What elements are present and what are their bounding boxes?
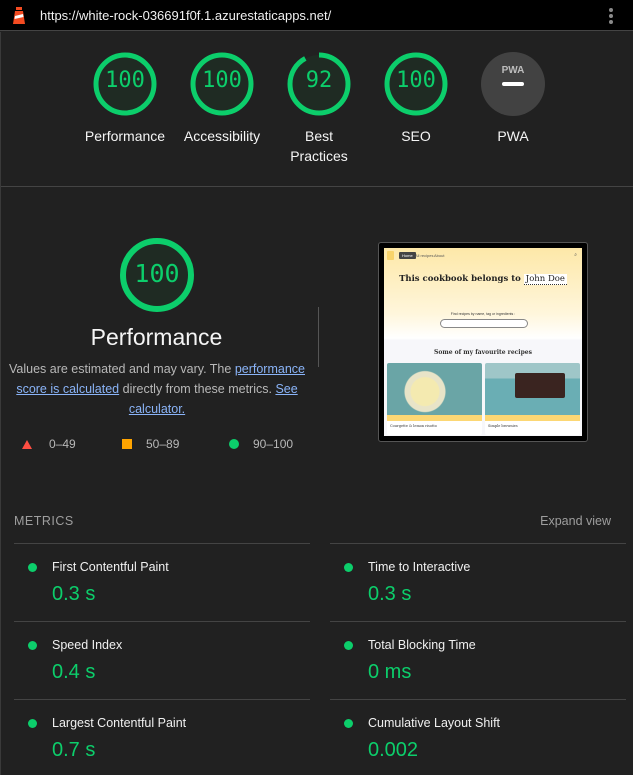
gauge-score: 100 [202,68,242,93]
gauge-label: Performance [84,128,166,144]
report-topbar: https://white-rock-036691f0f.1.azurestat… [0,0,633,31]
cookbook-logo-icon [387,251,394,260]
recipe-image [387,363,482,415]
gauge-accessibility[interactable]: 100 Accessibility [172,52,272,146]
recipe-card: Simple brownies [485,363,580,435]
performance-title: Performance [90,324,223,350]
metric-name: Time to Interactive [368,560,471,574]
report-body: 100 Performance 100 Accessibility 92 Bes… [0,32,633,775]
gauge-label: SEO [401,128,431,144]
metric-name: Cumulative Layout Shift [368,716,501,730]
metric-total-blocking-time: Total Blocking Time 0 ms [330,621,626,699]
search-label: Find recipes by name, tag or ingredients… [450,312,516,316]
recipe-title: Courgette & lemon risotto [390,424,437,428]
recipe-title: Simple brownies [488,424,518,428]
search-icon: ⌕ [574,252,577,258]
metric-name: First Contentful Paint [52,560,169,574]
legend-pass: 90–100 [229,437,293,451]
metric-speed-index: Speed Index 0.4 s [14,621,310,699]
pass-circle-icon [344,563,353,572]
svg-text:PWA: PWA [502,65,525,76]
gauge-score: 92 [305,68,333,93]
metric-name: Total Blocking Time [368,638,476,652]
nav-about: About [434,253,445,258]
screenshot-nav: Home All recipes About ⌕ [387,251,579,261]
screenshot-page: Home All recipes About ⌕ This cookbook b… [384,248,582,436]
pass-circle-icon [344,719,353,728]
legend-range: 90–100 [253,437,294,451]
final-screenshot[interactable]: Home All recipes About ⌕ This cookbook b… [378,242,588,442]
recipe-image [485,363,580,415]
pass-circle-icon [28,719,37,728]
recipe-card: Courgette & lemon risotto [387,363,482,435]
lighthouse-icon [13,7,25,24]
legend-range: 50–89 [146,437,180,451]
performance-description: Values are estimated and may vary. The p… [9,359,305,419]
gauge-score: 100 [396,68,436,93]
desc-text: Values are estimated and may vary. The [9,362,235,376]
pass-circle-icon [344,641,353,650]
average-square-icon [122,439,132,449]
metric-value: 0.7 s [52,739,96,761]
legend-average: 50–89 [122,437,179,451]
screenshot-heading: This cookbook belongs to John Doe [384,274,582,285]
vertical-divider [318,307,319,367]
metric-value: 0.4 s [52,661,96,683]
performance-score: 100 [134,259,180,288]
gauge-label: Best Practices [290,128,348,164]
fail-triangle-icon [22,439,32,449]
page-url[interactable]: https://white-rock-036691f0f.1.azurestat… [40,8,331,23]
gauge-label: PWA [497,128,529,144]
metrics-header: METRICS [14,514,74,528]
pass-circle-icon [229,439,239,449]
legend-fail: 0–49 [22,437,76,451]
performance-gauge: 100 [107,237,207,313]
favourites-title: Some of my favourite recipes [434,349,532,356]
metric-time-to-interactive: Time to Interactive 0.3 s [330,543,626,621]
pass-circle-icon [28,641,37,650]
metric-value: 0 ms [368,661,412,683]
metric-first-contentful-paint: First Contentful Paint 0.3 s [14,543,310,621]
owner-name: John Doe [523,274,567,285]
pass-circle-icon [28,563,37,572]
nav-all-recipes: All recipes [415,253,434,258]
metric-largest-contentful-paint: Largest Contentful Paint 0.7 s [14,699,310,775]
gauge-score: 100 [105,68,145,93]
desc-text: directly from these metrics. [119,382,276,396]
gauge-seo[interactable]: 100 SEO [366,52,466,146]
metric-cumulative-layout-shift: Cumulative Layout Shift 0.002 [330,699,626,775]
screenshot-search-input [440,319,528,328]
metric-value: 0.3 s [368,583,412,605]
nav-home: Home [399,252,416,259]
metric-name: Speed Index [52,638,123,652]
metric-value: 0.002 [368,739,419,761]
gauge-best-practices[interactable]: 92 Best Practices [269,52,369,166]
gauge-pwa[interactable]: PWA PWA [463,52,563,146]
kebab-menu-icon[interactable] [606,8,616,24]
gauge-label: Accessibility [183,128,261,144]
pwa-badge-icon: PWA [481,52,545,116]
category-gauges: 100 Performance 100 Accessibility 92 Bes… [1,32,633,186]
metric-value: 0.3 s [52,583,96,605]
gauge-performance[interactable]: 100 Performance [75,52,175,146]
legend-range: 0–49 [49,437,76,451]
section-divider [1,186,633,187]
heading-text: This cookbook belongs to [399,274,521,284]
expand-view-toggle[interactable]: Expand view [540,514,611,528]
metric-name: Largest Contentful Paint [52,716,187,730]
